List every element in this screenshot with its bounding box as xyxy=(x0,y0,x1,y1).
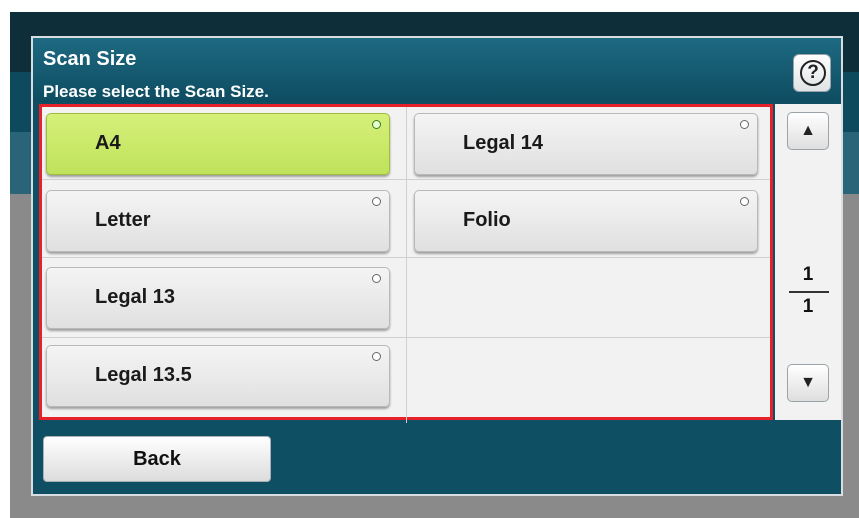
dialog-title: Scan Size xyxy=(43,48,137,70)
scan-size-list: A4 Legal 14 Letter Folio Legal 13 Legal … xyxy=(39,104,773,423)
size-option-label: Legal 14 xyxy=(463,132,544,154)
column-divider xyxy=(406,107,407,423)
indicator-icon xyxy=(372,274,381,283)
scan-size-dialog: Scan Size Please select the Scan Size. ?… xyxy=(31,36,843,496)
scroll-down-button[interactable]: ▼ xyxy=(787,364,829,402)
size-option-folio[interactable]: Folio xyxy=(414,190,758,252)
dialog-footer: Back xyxy=(33,426,841,494)
back-button[interactable]: Back xyxy=(43,436,271,482)
scroll-up-button[interactable]: ▲ xyxy=(787,112,829,150)
size-option-label: Legal 13.5 xyxy=(95,364,192,386)
row-divider xyxy=(42,179,770,180)
size-option-legal-14[interactable]: Legal 14 xyxy=(414,113,758,175)
total-pages: 1 xyxy=(802,296,814,317)
indicator-icon xyxy=(740,120,749,129)
indicator-icon xyxy=(372,197,381,206)
triangle-down-icon: ▼ xyxy=(800,374,816,391)
size-option-a4[interactable]: A4 xyxy=(46,113,390,175)
help-button[interactable]: ? xyxy=(793,54,831,92)
dialog-subtitle: Please select the Scan Size. xyxy=(43,82,269,101)
dialog-header: Scan Size Please select the Scan Size. ? xyxy=(33,38,841,102)
row-divider xyxy=(42,257,770,258)
help-icon: ? xyxy=(800,60,826,86)
size-option-letter[interactable]: Letter xyxy=(46,190,390,252)
size-option-label: Folio xyxy=(463,209,511,231)
indicator-icon xyxy=(372,352,381,361)
row-divider xyxy=(42,337,770,338)
size-option-label: A4 xyxy=(95,132,121,154)
triangle-up-icon: ▲ xyxy=(800,122,816,139)
size-option-legal-13[interactable]: Legal 13 xyxy=(46,267,390,329)
page-divider xyxy=(789,291,829,293)
indicator-icon xyxy=(740,197,749,206)
pagination-column: ▲ 1 1 ▼ xyxy=(775,104,841,420)
selected-indicator-icon xyxy=(372,120,381,129)
size-option-legal-13-5[interactable]: Legal 13.5 xyxy=(46,345,390,407)
size-option-label: Letter xyxy=(95,209,151,231)
size-option-label: Legal 13 xyxy=(95,286,176,308)
current-page: 1 xyxy=(802,264,814,285)
